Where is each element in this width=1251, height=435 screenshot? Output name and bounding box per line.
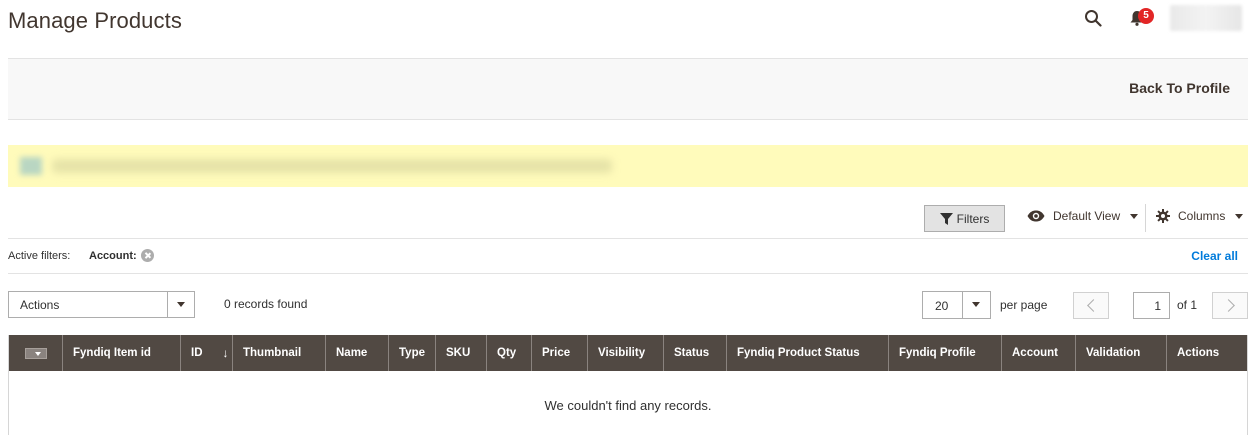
per-page-label: per page: [1000, 298, 1048, 312]
per-page-value: 20: [935, 299, 949, 313]
products-grid: Fyndiq Item id ID ↓ Thumbnail Name Type S…: [8, 335, 1248, 435]
column-header-name[interactable]: Name: [326, 335, 389, 371]
page-total-label: of 1: [1177, 298, 1198, 312]
column-header-validation[interactable]: Validation: [1076, 335, 1167, 371]
mass-actions-label: Actions: [20, 298, 60, 312]
page-title: Manage Products: [8, 8, 182, 33]
active-filter-account: Account:: [89, 250, 137, 262]
notice-text-redacted: [52, 159, 612, 173]
chevron-left-icon: [1087, 299, 1100, 312]
chevron-down-icon: [167, 292, 194, 317]
chevron-right-icon: [1222, 299, 1235, 312]
column-header-visibility[interactable]: Visibility: [588, 335, 664, 371]
next-page-button[interactable]: [1212, 292, 1248, 319]
notification-badge[interactable]: 5: [1138, 8, 1154, 24]
filters-button[interactable]: Filters: [924, 205, 1005, 232]
grid-header-row: Fyndiq Item id ID ↓ Thumbnail Name Type S…: [9, 335, 1247, 371]
columns-dropdown[interactable]: Columns: [1156, 209, 1244, 223]
toolbar-divider: [1145, 204, 1146, 232]
search-icon[interactable]: [1084, 9, 1102, 27]
view-switcher[interactable]: Default View: [1027, 209, 1139, 223]
column-header-fyndiq-product-status[interactable]: Fyndiq Product Status: [727, 335, 889, 371]
sort-arrow-icon: ↓: [222, 346, 229, 360]
previous-page-button[interactable]: [1073, 292, 1109, 319]
column-header-actions: Actions: [1177, 347, 1220, 359]
active-filters-row: Active filters: Account: Clear all: [8, 238, 1248, 274]
clear-all-link[interactable]: Clear all: [1191, 249, 1238, 263]
remove-filter-icon[interactable]: [141, 249, 154, 262]
gear-icon: [1156, 209, 1170, 223]
column-header-price[interactable]: Price: [532, 335, 588, 371]
back-to-profile-button[interactable]: Back To Profile: [1129, 80, 1230, 96]
columns-label: Columns: [1178, 209, 1226, 223]
mass-select-checkbox[interactable]: [9, 335, 63, 371]
view-label: Default View: [1053, 209, 1121, 223]
column-header-status[interactable]: Status: [664, 335, 727, 371]
chevron-down-icon: [962, 292, 990, 318]
active-filters-label: Active filters:: [8, 250, 71, 262]
empty-grid-row: We couldn't find any records.: [9, 371, 1247, 435]
column-header-id[interactable]: ID ↓: [181, 335, 233, 371]
column-header-fyndiq-item-id[interactable]: Fyndiq Item id: [63, 335, 181, 371]
column-header-fyndiq-profile[interactable]: Fyndiq Profile: [889, 335, 1002, 371]
empty-grid-message: We couldn't find any records.: [544, 398, 712, 413]
per-page-select[interactable]: 20: [922, 291, 991, 319]
column-header-account[interactable]: Account: [1002, 335, 1076, 371]
filters-label: Filters: [956, 211, 990, 226]
column-header-thumbnail[interactable]: Thumbnail: [233, 335, 326, 371]
chevron-down-icon: [1130, 213, 1139, 219]
page-header: Manage Products 5: [0, 0, 1251, 44]
checkbox-dropdown-icon: [25, 347, 47, 359]
chevron-down-icon: [1235, 213, 1244, 219]
page-actions-bar: Back To Profile: [8, 58, 1248, 120]
funnel-icon: [939, 212, 953, 225]
column-header-type[interactable]: Type: [389, 335, 436, 371]
column-label-id: ID: [191, 347, 203, 359]
user-account-menu[interactable]: [1170, 5, 1242, 31]
mass-actions-select[interactable]: Actions: [8, 291, 195, 318]
notice-message: [8, 145, 1248, 187]
eye-icon: [1027, 210, 1045, 222]
page-number-input[interactable]: [1133, 292, 1170, 319]
records-found: 0 records found: [224, 297, 308, 311]
notice-icon: [20, 157, 42, 175]
column-header-qty[interactable]: Qty: [487, 335, 532, 371]
column-header-sku[interactable]: SKU: [436, 335, 487, 371]
